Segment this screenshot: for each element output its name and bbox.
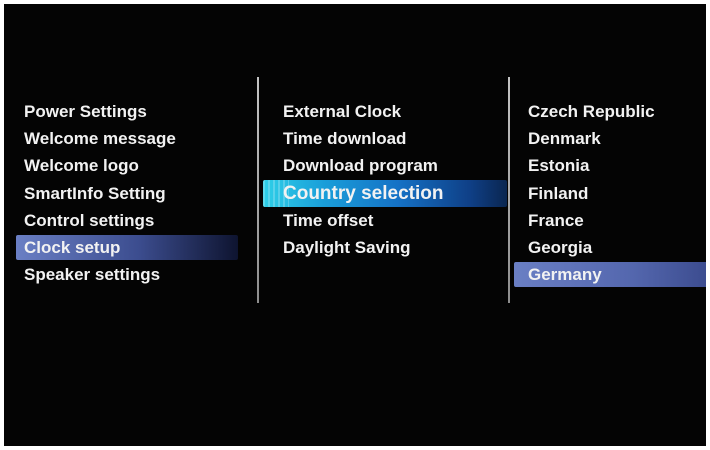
- column-divider: [508, 77, 510, 303]
- menu-item-external-clock[interactable]: External Clock: [263, 98, 503, 125]
- menu-item-label: Speaker settings: [24, 265, 161, 285]
- country-label: Finland: [528, 183, 589, 203]
- menu-item-clock-setup[interactable]: Clock setup: [16, 234, 238, 261]
- country-label: Estonia: [528, 156, 590, 176]
- country-label: Denmark: [528, 129, 601, 149]
- menu-item-label: Country selection: [283, 182, 444, 204]
- menu-item-smartinfo-setting[interactable]: SmartInfo Setting: [16, 180, 238, 207]
- country-option-czech-republic[interactable]: Czech Republic: [514, 98, 706, 125]
- menu-item-label: Daylight Saving: [283, 237, 411, 257]
- menu-item-label: Welcome message: [24, 129, 176, 149]
- menu-item-daylight-saving[interactable]: Daylight Saving: [263, 234, 503, 261]
- menu-item-time-offset[interactable]: Time offset: [263, 207, 503, 234]
- country-label: France: [528, 210, 584, 230]
- menu-item-label: Download program: [283, 156, 438, 176]
- country-label: Georgia: [528, 237, 593, 257]
- menu-item-label: Time download: [283, 129, 407, 149]
- menu-item-label: Clock setup: [24, 237, 121, 257]
- country-option-france[interactable]: France: [514, 207, 706, 234]
- menu-item-download-program[interactable]: Download program: [263, 152, 503, 179]
- country-option-estonia[interactable]: Estonia: [514, 152, 706, 179]
- clock-setup-submenu: External Clock Time download Download pr…: [263, 98, 507, 261]
- country-label: Czech Republic: [528, 102, 655, 121]
- country-option-denmark[interactable]: Denmark: [514, 125, 706, 152]
- menu-item-time-download[interactable]: Time download: [263, 125, 503, 152]
- settings-category-menu: Power Settings Welcome message Welcome l…: [16, 98, 238, 288]
- menu-item-country-selection[interactable]: Country selection: [263, 179, 507, 207]
- menu-item-welcome-logo[interactable]: Welcome logo: [16, 152, 238, 179]
- column-divider: [257, 77, 259, 303]
- tv-settings-screen: Power Settings Welcome message Welcome l…: [4, 4, 706, 446]
- country-option-finland[interactable]: Finland: [514, 180, 706, 207]
- menu-item-label: Power Settings: [24, 102, 147, 121]
- menu-item-label: SmartInfo Setting: [24, 183, 166, 203]
- menu-item-power-settings[interactable]: Power Settings: [16, 98, 238, 125]
- country-list: Czech Republic Denmark Estonia Finland F…: [514, 98, 706, 288]
- country-option-georgia[interactable]: Georgia: [514, 234, 706, 261]
- menu-item-speaker-settings[interactable]: Speaker settings: [16, 261, 238, 288]
- menu-item-label: Time offset: [283, 210, 374, 230]
- menu-item-label: External Clock: [283, 102, 402, 121]
- menu-item-label: Welcome logo: [24, 156, 139, 176]
- country-option-germany[interactable]: Germany: [514, 261, 706, 288]
- menu-item-welcome-message[interactable]: Welcome message: [16, 125, 238, 152]
- menu-item-control-settings[interactable]: Control settings: [16, 207, 238, 234]
- menu-item-label: Control settings: [24, 210, 155, 230]
- country-label: Germany: [528, 265, 602, 285]
